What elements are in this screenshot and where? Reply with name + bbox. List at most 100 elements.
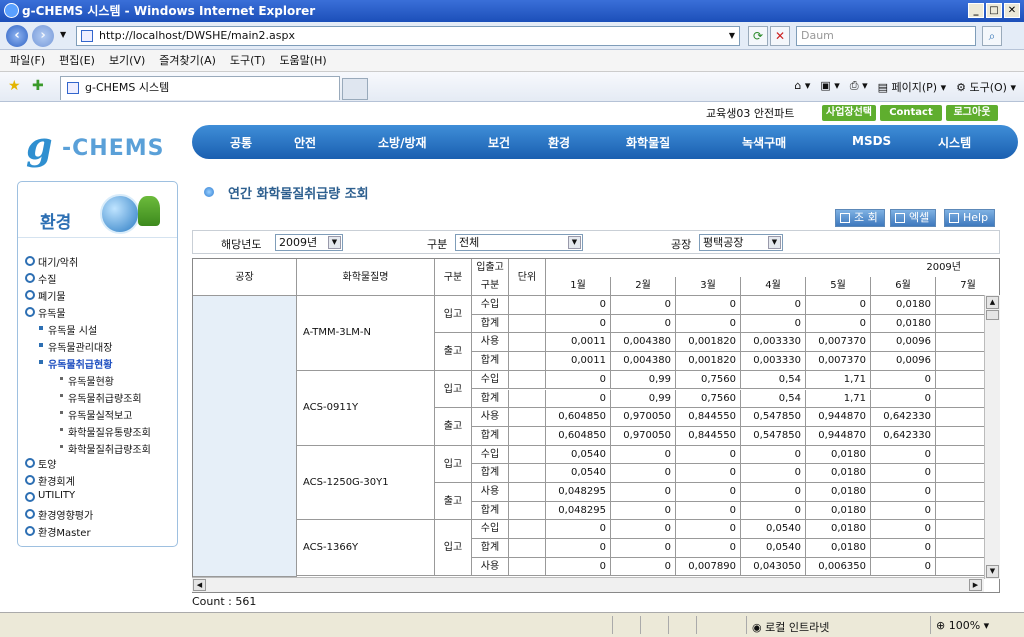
value-cell[interactable]: 0: [676, 501, 741, 521]
sidebar-item-toxic-report[interactable]: 유독물실적보고: [59, 407, 132, 422]
nav-safety[interactable]: 안전: [294, 134, 316, 151]
sidebar-item-accounting[interactable]: 환경회계: [25, 473, 75, 488]
value-cell[interactable]: 0,970050: [611, 408, 676, 427]
value-cell[interactable]: 0,004380: [611, 333, 676, 353]
value-cell[interactable]: 0,0540: [546, 445, 611, 465]
value-cell[interactable]: 0: [871, 539, 936, 558]
maximize-button[interactable]: □: [986, 3, 1002, 18]
nav-health[interactable]: 보건: [488, 134, 510, 151]
value-cell[interactable]: 0,007370: [806, 352, 871, 371]
close-window-button[interactable]: ✕: [1004, 3, 1020, 18]
value-cell[interactable]: 0: [611, 445, 676, 465]
value-cell[interactable]: 0,642330: [871, 426, 936, 446]
search-button[interactable]: 조 회: [835, 209, 885, 227]
nav-green-purchase[interactable]: 녹색구매: [742, 134, 786, 151]
value-cell[interactable]: 0: [611, 557, 676, 577]
favorites-star-icon[interactable]: ★: [8, 78, 21, 94]
value-cell[interactable]: 0: [741, 445, 806, 465]
value-cell[interactable]: 0,0180: [806, 483, 871, 502]
value-cell[interactable]: 0,048295: [546, 483, 611, 502]
search-input[interactable]: Daum: [796, 26, 976, 46]
value-cell[interactable]: 0,0180: [806, 501, 871, 521]
value-cell[interactable]: 0,642330: [871, 408, 936, 427]
value-cell[interactable]: 0: [546, 296, 611, 315]
value-cell[interactable]: 1,71: [806, 389, 871, 409]
value-cell[interactable]: 0: [546, 370, 611, 390]
value-cell[interactable]: 0: [546, 557, 611, 577]
value-cell[interactable]: 0: [871, 520, 936, 540]
sidebar-item-air[interactable]: 대기/악취: [24, 254, 78, 269]
feeds-icon[interactable]: ▣ ▾: [820, 79, 839, 95]
value-cell[interactable]: 0,970050: [611, 426, 676, 446]
value-cell[interactable]: 0,007370: [806, 333, 871, 353]
value-cell[interactable]: 0: [676, 464, 741, 483]
grid-vertical-scrollbar[interactable]: ▲ ▼: [984, 295, 1000, 579]
value-cell[interactable]: 0: [676, 296, 741, 315]
value-cell[interactable]: 0: [871, 464, 936, 483]
value-cell[interactable]: 0: [806, 314, 871, 334]
help-button[interactable]: Help: [944, 209, 996, 227]
contact-us-button[interactable]: Contact Us: [880, 105, 942, 134]
menu-view[interactable]: 보기(V): [109, 50, 145, 71]
value-cell[interactable]: 0,0096: [871, 333, 936, 353]
value-cell[interactable]: 0: [741, 314, 806, 334]
value-cell[interactable]: 0,844550: [676, 426, 741, 446]
value-cell[interactable]: 0,006350: [806, 557, 871, 577]
nav-fire[interactable]: 소방/방재: [378, 134, 427, 151]
value-cell[interactable]: 0: [546, 539, 611, 558]
value-cell[interactable]: 0: [871, 389, 936, 409]
sidebar-item-water[interactable]: 수질: [24, 271, 56, 286]
menu-file[interactable]: 파일(F): [10, 50, 45, 71]
value-cell[interactable]: 0,0180: [871, 314, 936, 334]
sidebar-item-toxic-ledger[interactable]: 유독물관리대장: [38, 339, 112, 354]
logo[interactable]: g -CHEMS: [22, 123, 182, 169]
refresh-icon[interactable]: ⟳: [748, 26, 768, 46]
grid-horizontal-scrollbar[interactable]: ◀ ▶: [192, 577, 984, 592]
sidebar-item-master[interactable]: 환경Master: [25, 524, 91, 539]
value-cell[interactable]: 0,844550: [676, 408, 741, 427]
browser-tab[interactable]: g-CHEMS 시스템: [60, 76, 340, 100]
value-cell[interactable]: 0,0540: [741, 520, 806, 540]
value-cell[interactable]: 0,0180: [806, 520, 871, 540]
sidebar-item-toxic-handling[interactable]: 유독물취급현황: [38, 356, 112, 371]
scroll-right-icon[interactable]: ▶: [969, 579, 982, 591]
value-cell[interactable]: 0,001820: [676, 333, 741, 353]
value-cell[interactable]: 0: [611, 501, 676, 521]
value-cell[interactable]: 0,007890: [676, 557, 741, 577]
sidebar-item-toxic-status[interactable]: 유독물현황: [60, 373, 114, 388]
logout-button[interactable]: 로그아웃: [946, 105, 998, 121]
plant-select[interactable]: 평택공장 ▼: [699, 234, 783, 251]
value-cell[interactable]: 0,0180: [806, 445, 871, 465]
add-favorite-icon[interactable]: ✚: [32, 78, 44, 94]
excel-button[interactable]: 엑셀: [890, 209, 937, 227]
value-cell[interactable]: 0,0540: [546, 464, 611, 483]
value-cell[interactable]: 0: [546, 389, 611, 409]
zoom-control[interactable]: ⊕ 100% ▾: [936, 619, 989, 632]
nav-msds[interactable]: MSDS: [852, 134, 891, 148]
value-cell[interactable]: 0,0180: [871, 296, 936, 315]
scroll-up-icon[interactable]: ▲: [986, 296, 999, 309]
nav-chemicals[interactable]: 화학물질: [626, 134, 670, 151]
value-cell[interactable]: 0: [871, 483, 936, 502]
value-cell[interactable]: 0,0011: [546, 352, 611, 371]
nav-environment[interactable]: 환경: [548, 134, 570, 151]
new-tab-button[interactable]: [342, 78, 368, 100]
address-dropdown-icon[interactable]: ▼: [729, 27, 735, 45]
sidebar-item-utility[interactable]: UTILITY: [24, 490, 75, 502]
value-cell[interactable]: 0: [741, 464, 806, 483]
nav-common[interactable]: 공통: [230, 134, 252, 151]
home-icon[interactable]: ⌂ ▾: [794, 79, 810, 95]
value-cell[interactable]: 0: [546, 314, 611, 334]
value-cell[interactable]: 0,54: [741, 370, 806, 390]
value-cell[interactable]: 0: [741, 501, 806, 521]
value-cell[interactable]: 0: [871, 501, 936, 521]
sidebar-item-toxic-facility[interactable]: 유독물 시설: [38, 322, 97, 337]
value-cell[interactable]: 0: [611, 296, 676, 315]
sidebar-item-soil[interactable]: 토양: [24, 456, 56, 471]
value-cell[interactable]: 0,99: [611, 389, 676, 409]
value-cell[interactable]: 0: [741, 296, 806, 315]
value-cell[interactable]: 0: [546, 520, 611, 540]
value-cell[interactable]: 0: [676, 445, 741, 465]
sidebar-item-impact[interactable]: 환경영향평가: [24, 507, 93, 522]
menu-help[interactable]: 도움말(H): [279, 50, 326, 71]
